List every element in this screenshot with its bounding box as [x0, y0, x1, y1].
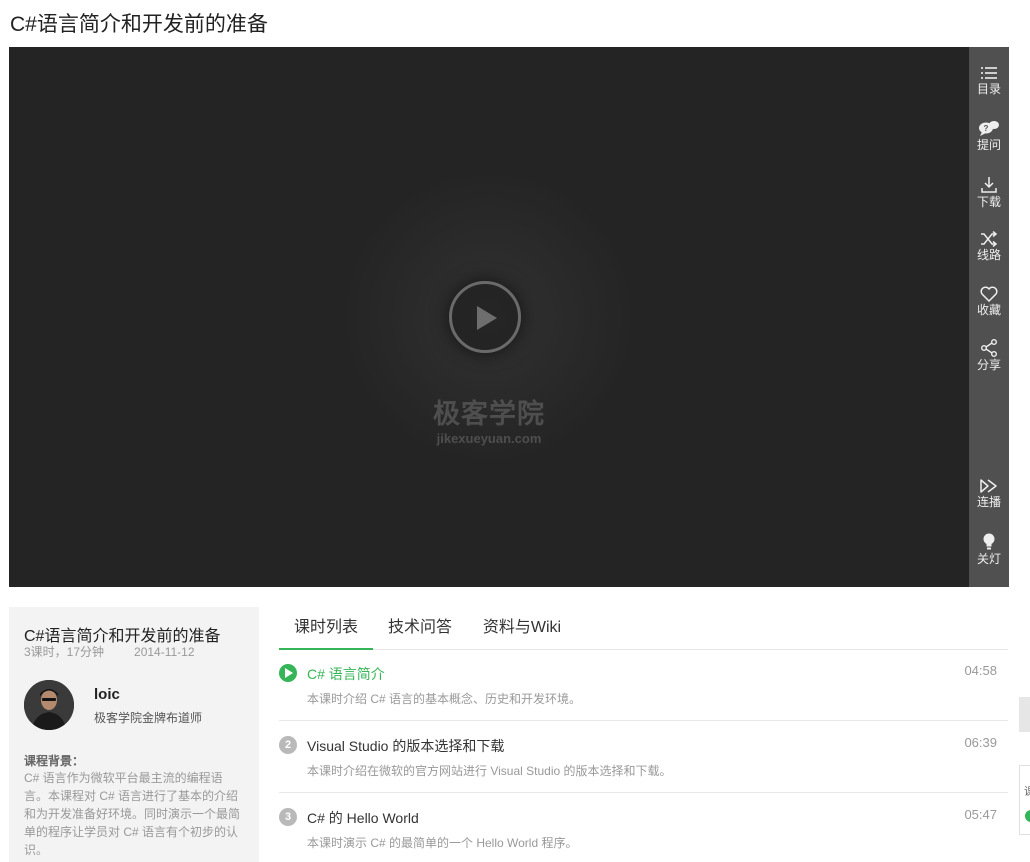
floating-panel-char: 课: [1024, 786, 1030, 798]
lesson-desc: 本课时演示 C# 的最简单的一个 Hello World 程序。: [307, 836, 578, 850]
course-date: 2014-11-12: [134, 645, 195, 659]
lesson-item[interactable]: 2 Visual Studio 的版本选择和下载 本课时介绍在微软的官方网站进行…: [279, 721, 1008, 793]
lesson-desc: 本课时介绍 C# 语言的基本概念、历史和开发环境。: [307, 692, 582, 706]
sidebar-label: 提问: [976, 138, 1001, 152]
download-icon: [981, 177, 997, 193]
playing-icon: [279, 664, 297, 682]
sidebar-label: 线路: [976, 248, 1001, 262]
background-text: C# 语言作为微软平台最主流的编程语言。本课程对 C# 语言进行了基本的介绍和为…: [24, 771, 241, 857]
sidebar-label: 收藏: [976, 303, 1001, 317]
sidebar-label: 连播: [976, 495, 1001, 509]
floating-panel[interactable]: [1019, 765, 1030, 835]
tab-qa[interactable]: 技术问答: [373, 610, 467, 650]
lesson-item[interactable]: C# 语言简介 本课时介绍 C# 语言的基本概念、历史和开发环境。 04:58: [279, 649, 1008, 721]
page-title: C#语言简介和开发前的准备: [10, 13, 268, 36]
sidebar-item-download[interactable]: 下载: [969, 176, 1009, 209]
sidebar-item-question[interactable]: ? 提问: [969, 120, 1009, 152]
svg-text:?: ?: [984, 124, 989, 133]
sidebar-label: 关灯: [976, 552, 1001, 566]
sidebar-item-catalog[interactable]: 目录: [969, 65, 1009, 96]
course-duration: 3课时，17分钟: [24, 645, 105, 659]
sidebar-item-share[interactable]: 分享: [969, 339, 1009, 372]
play-icon: [477, 306, 497, 330]
avatar[interactable]: [24, 680, 74, 730]
teacher-name[interactable]: loic: [94, 686, 120, 703]
sidebar-label: 分享: [976, 358, 1001, 372]
lesson-title[interactable]: C# 语言简介: [307, 664, 385, 684]
lesson-title[interactable]: C# 的 Hello World: [307, 808, 419, 828]
floating-tab[interactable]: [1019, 697, 1030, 732]
heart-icon: [980, 286, 998, 302]
tab-lessons[interactable]: 课时列表: [279, 610, 373, 650]
player-sidebar: 目录 ? 提问 下载 线路 收藏 分享 连播 关灯: [969, 47, 1009, 587]
sidebar-item-favorite[interactable]: 收藏: [969, 286, 1009, 317]
lesson-item[interactable]: 3 C# 的 Hello World 本课时演示 C# 的最简单的一个 Hell…: [279, 793, 1008, 862]
sidebar-item-route[interactable]: 线路: [969, 231, 1009, 262]
tab-bar: 课时列表 技术问答 资料与Wiki: [279, 610, 1008, 650]
teacher-title: 极客学院金牌布道师: [94, 711, 203, 725]
lesson-number: 3: [279, 808, 297, 826]
watermark: 极客学院 jikexueyuan.com: [389, 392, 589, 446]
lesson-duration: 04:58: [964, 663, 997, 678]
question-bubble-icon: ?: [979, 121, 999, 136]
sidebar-label: 下载: [976, 195, 1001, 209]
lesson-desc: 本课时介绍在微软的官方网站进行 Visual Studio 的版本选择和下载。: [307, 764, 672, 778]
sidebar-item-autoplay[interactable]: 连播: [969, 478, 1009, 509]
video-player[interactable]: 极客学院 jikexueyuan.com: [9, 47, 969, 587]
tab-wiki[interactable]: 资料与Wiki: [467, 610, 577, 650]
lesson-duration: 06:39: [964, 735, 997, 750]
watermark-cn: 极客学院: [433, 399, 545, 429]
sidebar-item-light[interactable]: 关灯: [969, 533, 1009, 566]
lesson-number: 2: [279, 736, 297, 754]
play-button[interactable]: [449, 281, 521, 353]
course-meta: 3课时，17分钟 2014-11-12: [24, 643, 195, 660]
bulb-icon: [983, 533, 995, 550]
course-info-panel: C#语言简介和开发前的准备 3课时，17分钟 2014-11-12 loic 极客…: [9, 607, 259, 862]
lesson-title[interactable]: Visual Studio 的版本选择和下载: [307, 736, 504, 756]
autoplay-icon: [980, 479, 997, 493]
avatar-image: [24, 680, 74, 730]
background-label: 课程背景：: [24, 754, 85, 768]
shuffle-icon: [981, 231, 998, 247]
floating-panel-dot: [1025, 810, 1030, 822]
lesson-duration: 05:47: [964, 807, 997, 822]
sidebar-label: 目录: [976, 82, 1001, 96]
share-icon: [981, 339, 997, 357]
watermark-en: jikexueyuan.com: [436, 431, 542, 446]
list-icon: [981, 67, 997, 79]
